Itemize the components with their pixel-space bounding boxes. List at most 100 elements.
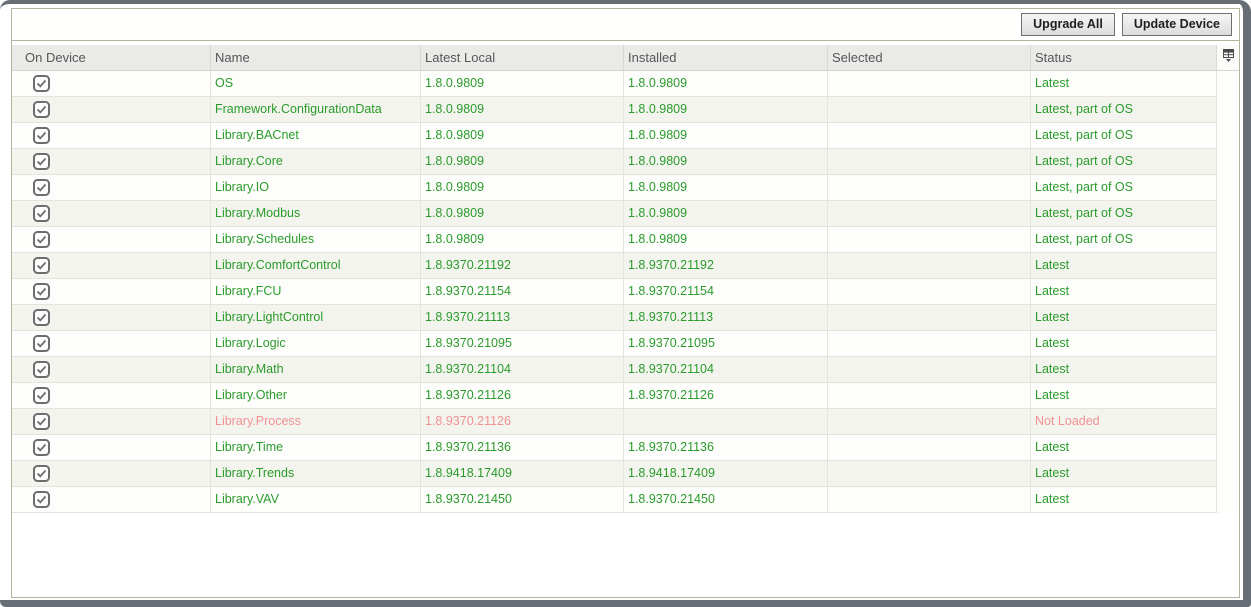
checkbox-checked-icon[interactable] <box>33 179 50 196</box>
installed-cell: 1.8.9370.21104 <box>624 357 828 383</box>
checkbox-checked-icon[interactable] <box>33 153 50 170</box>
status-cell: Latest, part of OS <box>1031 175 1217 201</box>
column-header-on-device[interactable]: On Device <box>12 45 211 70</box>
checkbox-checked-icon[interactable] <box>33 257 50 274</box>
column-chooser-cell <box>1217 45 1239 70</box>
toolbar: Upgrade All Update Device <box>12 9 1239 41</box>
status-cell: Latest, part of OS <box>1031 227 1217 253</box>
checkbox-checked-icon[interactable] <box>33 127 50 144</box>
checkbox-checked-icon[interactable] <box>33 413 50 430</box>
table-row[interactable]: Library.IO1.8.0.98091.8.0.9809Latest, pa… <box>12 175 1239 201</box>
on-device-cell <box>12 409 211 435</box>
checkbox-checked-icon[interactable] <box>33 75 50 92</box>
table-row[interactable]: Library.Other1.8.9370.211261.8.9370.2112… <box>12 383 1239 409</box>
checkbox-checked-icon[interactable] <box>33 387 50 404</box>
on-device-cell <box>12 149 211 175</box>
status-cell: Latest, part of OS <box>1031 201 1217 227</box>
installed-cell: 1.8.0.9809 <box>624 149 828 175</box>
name-cell: Library.Other <box>211 383 421 409</box>
checkbox-checked-icon[interactable] <box>33 439 50 456</box>
checkbox-checked-icon[interactable] <box>33 101 50 118</box>
latest-local-cell: 1.8.9370.21126 <box>421 409 624 435</box>
on-device-cell <box>12 279 211 305</box>
column-header-latest-local[interactable]: Latest Local <box>421 45 624 70</box>
table-row[interactable]: Library.ComfortControl1.8.9370.211921.8.… <box>12 253 1239 279</box>
window-content: Upgrade All Update Device On DeviceNameL… <box>0 4 1243 600</box>
name-cell: Library.BACnet <box>211 123 421 149</box>
column-chooser-icon[interactable] <box>1222 49 1235 67</box>
status-cell: Latest <box>1031 487 1217 513</box>
name-cell: Library.Math <box>211 357 421 383</box>
table-row[interactable]: Library.Logic1.8.9370.210951.8.9370.2109… <box>12 331 1239 357</box>
installed-cell: 1.8.0.9809 <box>624 97 828 123</box>
status-cell: Not Loaded <box>1031 409 1217 435</box>
table-row[interactable]: Library.Time1.8.9370.211361.8.9370.21136… <box>12 435 1239 461</box>
column-header-status[interactable]: Status <box>1031 45 1217 70</box>
latest-local-cell: 1.8.0.9809 <box>421 175 624 201</box>
table-row[interactable]: Library.Math1.8.9370.211041.8.9370.21104… <box>12 357 1239 383</box>
on-device-cell <box>12 97 211 123</box>
on-device-cell <box>12 435 211 461</box>
status-cell: Latest <box>1031 279 1217 305</box>
name-cell: Library.ComfortControl <box>211 253 421 279</box>
upgrade-all-button[interactable]: Upgrade All <box>1021 13 1115 36</box>
table-row[interactable]: OS1.8.0.98091.8.0.9809Latest <box>12 71 1239 97</box>
name-cell: Framework.ConfigurationData <box>211 97 421 123</box>
on-device-cell <box>12 383 211 409</box>
column-header-name[interactable]: Name <box>211 45 421 70</box>
selected-cell <box>828 175 1031 201</box>
table-row[interactable]: Framework.ConfigurationData1.8.0.98091.8… <box>12 97 1239 123</box>
selected-cell <box>828 201 1031 227</box>
table-row[interactable]: Library.Trends1.8.9418.174091.8.9418.174… <box>12 461 1239 487</box>
latest-local-cell: 1.8.0.9809 <box>421 97 624 123</box>
on-device-cell <box>12 461 211 487</box>
checkbox-checked-icon[interactable] <box>33 309 50 326</box>
on-device-cell <box>12 71 211 97</box>
name-cell: Library.LightControl <box>211 305 421 331</box>
checkbox-checked-icon[interactable] <box>33 231 50 248</box>
latest-local-cell: 1.8.0.9809 <box>421 71 624 97</box>
installed-cell: 1.8.0.9809 <box>624 175 828 201</box>
update-device-button[interactable]: Update Device <box>1122 13 1232 36</box>
table-row[interactable]: Library.Process1.8.9370.21126 Not Loaded <box>12 409 1239 435</box>
selected-cell <box>828 383 1031 409</box>
installed-cell: 1.8.9370.21154 <box>624 279 828 305</box>
status-cell: Latest <box>1031 461 1217 487</box>
table-row[interactable]: Library.Schedules1.8.0.98091.8.0.9809Lat… <box>12 227 1239 253</box>
selected-cell <box>828 123 1031 149</box>
checkbox-checked-icon[interactable] <box>33 335 50 352</box>
latest-local-cell: 1.8.9370.21095 <box>421 331 624 357</box>
installed-cell: 1.8.0.9809 <box>624 201 828 227</box>
selected-cell <box>828 487 1031 513</box>
table-row[interactable]: Library.Core1.8.0.98091.8.0.9809Latest, … <box>12 149 1239 175</box>
checkbox-checked-icon[interactable] <box>33 361 50 378</box>
latest-local-cell: 1.8.9370.21126 <box>421 383 624 409</box>
latest-local-cell: 1.8.0.9809 <box>421 227 624 253</box>
table-row[interactable]: Library.LightControl1.8.9370.211131.8.93… <box>12 305 1239 331</box>
checkbox-checked-icon[interactable] <box>33 283 50 300</box>
checkbox-checked-icon[interactable] <box>33 205 50 222</box>
on-device-cell <box>12 227 211 253</box>
table-row[interactable]: Library.Modbus1.8.0.98091.8.0.9809Latest… <box>12 201 1239 227</box>
status-cell: Latest <box>1031 253 1217 279</box>
table-row[interactable]: Library.BACnet1.8.0.98091.8.0.9809Latest… <box>12 123 1239 149</box>
on-device-cell <box>12 253 211 279</box>
status-cell: Latest <box>1031 331 1217 357</box>
table-row[interactable]: Library.FCU1.8.9370.211541.8.9370.21154L… <box>12 279 1239 305</box>
latest-local-cell: 1.8.9370.21104 <box>421 357 624 383</box>
selected-cell <box>828 331 1031 357</box>
on-device-cell <box>12 123 211 149</box>
status-cell: Latest <box>1031 357 1217 383</box>
checkbox-checked-icon[interactable] <box>33 491 50 508</box>
selected-cell <box>828 227 1031 253</box>
column-header-installed[interactable]: Installed <box>624 45 828 70</box>
table-row[interactable]: Library.VAV1.8.9370.214501.8.9370.21450L… <box>12 487 1239 513</box>
name-cell: Library.Process <box>211 409 421 435</box>
checkbox-checked-icon[interactable] <box>33 465 50 482</box>
latest-local-cell: 1.8.0.9809 <box>421 201 624 227</box>
selected-cell <box>828 97 1031 123</box>
latest-local-cell: 1.8.0.9809 <box>421 123 624 149</box>
name-cell: Library.VAV <box>211 487 421 513</box>
column-header-selected[interactable]: Selected <box>828 45 1031 70</box>
on-device-cell <box>12 305 211 331</box>
